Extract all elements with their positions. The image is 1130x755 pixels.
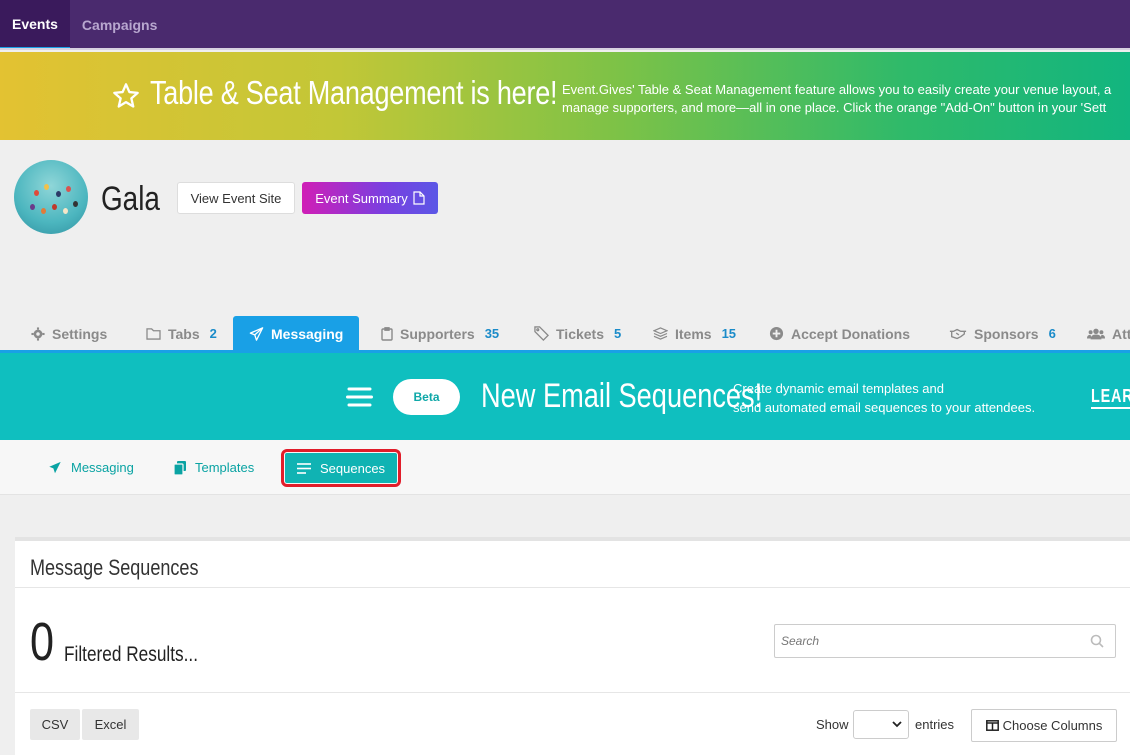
handshake-icon — [949, 328, 967, 339]
tab-attendees[interactable]: Att — [1087, 316, 1130, 351]
learn-more-link[interactable]: LEARN — [1091, 386, 1130, 409]
search-input[interactable] — [774, 624, 1116, 658]
choose-columns-label: Choose Columns — [1002, 718, 1103, 733]
top-tab-events[interactable]: Events — [0, 0, 70, 50]
banner-headline: Table & Seat Management is here! — [150, 74, 558, 111]
star-outline-icon — [113, 83, 139, 108]
list-icon — [297, 462, 311, 474]
entries-label: entries — [915, 717, 955, 732]
tab-sponsors[interactable]: Sponsors 6 — [949, 316, 1056, 351]
message-sequences-card: Message Sequences 0 Filtered Results... … — [15, 537, 1130, 755]
plus-circle-icon — [769, 326, 784, 341]
event-avatar — [14, 160, 88, 234]
divider — [15, 692, 1130, 693]
view-event-site-button[interactable]: View Event Site — [177, 182, 295, 214]
banner-desc-line: manage supporters, and more—all in one p… — [562, 100, 1107, 115]
subnav-sequences[interactable]: Sequences — [280, 449, 402, 487]
folder-icon — [146, 328, 161, 340]
tab-tabs[interactable]: Tabs 2 — [146, 316, 217, 351]
pdf-file-icon — [413, 191, 425, 205]
top-nav: Events Campaigns — [0, 0, 1130, 50]
banner-description: Event.Gives' Table & Seat Management fea… — [562, 81, 1111, 117]
event-name: Gala — [101, 180, 160, 218]
tab-settings[interactable]: Settings — [31, 316, 107, 351]
subnav-label: Sequences — [320, 460, 386, 476]
paper-plane-icon — [49, 461, 61, 474]
tab-count: 5 — [614, 326, 622, 341]
subnav-label: Templates — [195, 460, 255, 475]
results-count: 0 — [30, 612, 55, 672]
tab-label: Tabs — [168, 325, 200, 342]
show-label: Show — [816, 717, 849, 732]
promo-subtitle: Create dynamic email templates and send … — [733, 379, 1035, 417]
top-tab-label: Campaigns — [81, 17, 158, 33]
banner-desc-line: Event.Gives' Table & Seat Management fea… — [562, 82, 1112, 97]
tab-count: 35 — [484, 326, 500, 341]
promo-subtitle-line: send automated email sequences to your a… — [733, 400, 1036, 415]
tab-accept-donations[interactable]: Accept Donations — [769, 316, 910, 351]
tab-supporters[interactable]: Supporters 35 — [381, 316, 499, 351]
ticket-icon — [534, 326, 549, 341]
menu-icon — [346, 387, 373, 407]
top-tab-label: Events — [12, 15, 58, 32]
clipboard-icon — [381, 326, 393, 341]
card-title: Message Sequences — [30, 555, 199, 580]
tab-label: Accept Donations — [791, 325, 911, 342]
subnav-label: Messaging — [71, 460, 134, 475]
top-nav-divider — [0, 48, 1130, 50]
results-count-label: Filtered Results... — [64, 643, 198, 666]
messaging-subnav: Messaging Templates Sequences — [0, 440, 1130, 495]
event-summary-label: Event Summary — [315, 190, 408, 206]
users-icon — [1087, 328, 1105, 339]
csv-export-button[interactable]: CSV — [30, 709, 80, 740]
tab-count: 6 — [1048, 326, 1056, 341]
tab-messaging[interactable]: Messaging — [233, 316, 360, 351]
beta-badge: Beta — [393, 379, 460, 415]
tab-label: Messaging — [271, 325, 344, 342]
tab-label: Items — [675, 325, 712, 342]
promo-subtitle-line: Create dynamic email templates and — [733, 381, 944, 396]
subnav-messaging[interactable]: Messaging — [48, 440, 134, 495]
tab-count: 2 — [209, 326, 217, 341]
subnav-templates[interactable]: Templates — [174, 440, 254, 495]
email-sequences-promo: Beta New Email Sequences! Create dynamic… — [0, 353, 1130, 440]
top-tab-campaigns[interactable]: Campaigns — [70, 0, 169, 50]
paper-plane-icon — [249, 326, 264, 341]
layers-icon — [653, 327, 668, 340]
gear-icon — [31, 326, 45, 341]
tab-label: Supporters — [400, 325, 475, 342]
excel-export-button[interactable]: Excel — [82, 709, 139, 740]
tab-label: Tickets — [556, 325, 604, 342]
event-tabs: Settings Tabs 2 Messaging Supporters 35 … — [0, 316, 1130, 351]
tab-label: Sponsors — [974, 325, 1039, 342]
columns-icon — [985, 720, 999, 731]
tab-label: Att — [1112, 325, 1130, 342]
entries-select[interactable] — [853, 710, 909, 739]
promo-title: New Email Sequences! — [481, 377, 763, 415]
chevron-down-icon — [892, 721, 902, 728]
announcement-banner[interactable]: Table & Seat Management is here! Event.G… — [0, 52, 1130, 140]
choose-columns-button[interactable]: Choose Columns — [971, 709, 1117, 742]
event-summary-button[interactable]: Event Summary — [302, 182, 438, 214]
tab-tickets[interactable]: Tickets 5 — [534, 316, 621, 351]
search-icon — [1090, 634, 1104, 648]
copy-icon — [174, 460, 186, 475]
tab-items[interactable]: Items 15 — [653, 316, 736, 351]
tab-count: 15 — [721, 326, 737, 341]
tab-label: Settings — [52, 325, 108, 342]
divider — [15, 587, 1130, 588]
